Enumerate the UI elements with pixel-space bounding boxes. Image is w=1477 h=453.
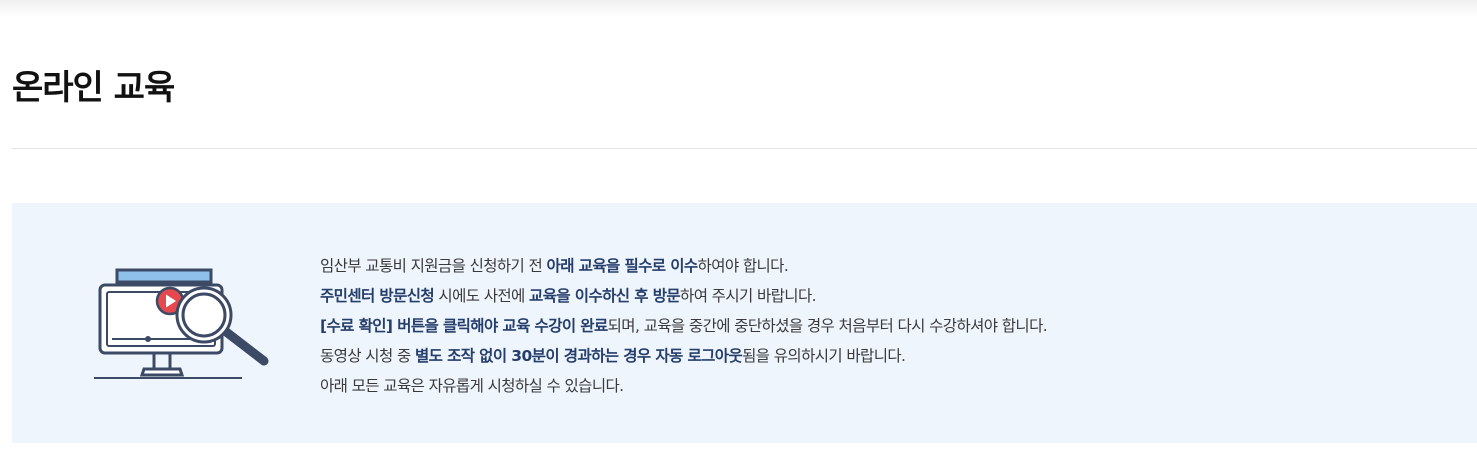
notice-emphasis: 별도 조작 없이 30분이 경과하는 경우 자동 로그아웃	[414, 347, 743, 365]
notice-text-segment: 아래 모든 교육은 자유롭게 시청하실 수 있습니다.	[320, 377, 624, 395]
notice-text-segment: 임산부 교통비 지원금을 신청하기 전	[320, 257, 547, 275]
notice-line: 임산부 교통비 지원금을 신청하기 전 아래 교육을 필수로 이수하여야 합니다…	[320, 251, 1047, 281]
notice-text-segment: 되며, 교육을 중간에 중단하셨을 경우 처음부터 다시 수강하셔야 합니다.	[607, 317, 1048, 335]
notice-text-segment: 하여야 합니다.	[697, 257, 789, 275]
education-notice-box: 임산부 교통비 지원금을 신청하기 전 아래 교육을 필수로 이수하여야 합니다…	[12, 203, 1477, 443]
page-title: 온라인 교육	[12, 68, 175, 108]
notice-text-segment: 하여 주시기 바랍니다.	[680, 287, 817, 305]
notice-text-segment: 동영상 시청 중	[320, 347, 415, 365]
notice-line: 동영상 시청 중 별도 조작 없이 30분이 경과하는 경우 자동 로그아웃됨을…	[320, 341, 1047, 371]
notice-line: 아래 모든 교육은 자유롭게 시청하실 수 있습니다.	[320, 371, 1047, 401]
title-divider	[12, 148, 1477, 149]
notice-emphasis: [수료 확인] 버튼을 클릭해야 교육 수강이 완료	[320, 317, 608, 335]
notice-line: 주민센터 방문신청 시에도 사전에 교육을 이수하신 후 방문하여 주시기 바랍…	[320, 281, 1047, 311]
notice-emphasis: 주민센터 방문신청	[320, 287, 435, 305]
notice-emphasis: 교육을 이수하신 후 방문	[529, 287, 681, 305]
notice-line: [수료 확인] 버튼을 클릭해야 교육 수강이 완료되며, 교육을 중간에 중단…	[320, 311, 1048, 341]
notice-text-segment: 됨을 유의하시기 바랍니다.	[742, 347, 906, 365]
notice-text-segment: 시에도 사전에	[434, 287, 530, 305]
notice-emphasis: 아래 교육을 필수로 이수	[546, 257, 699, 275]
monitor-video-magnifier-icon	[94, 268, 269, 379]
header-shadow	[0, 0, 1477, 18]
notice-text: 임산부 교통비 지원금을 신청하기 전 아래 교육을 필수로 이수하여야 합니다…	[320, 251, 1048, 401]
